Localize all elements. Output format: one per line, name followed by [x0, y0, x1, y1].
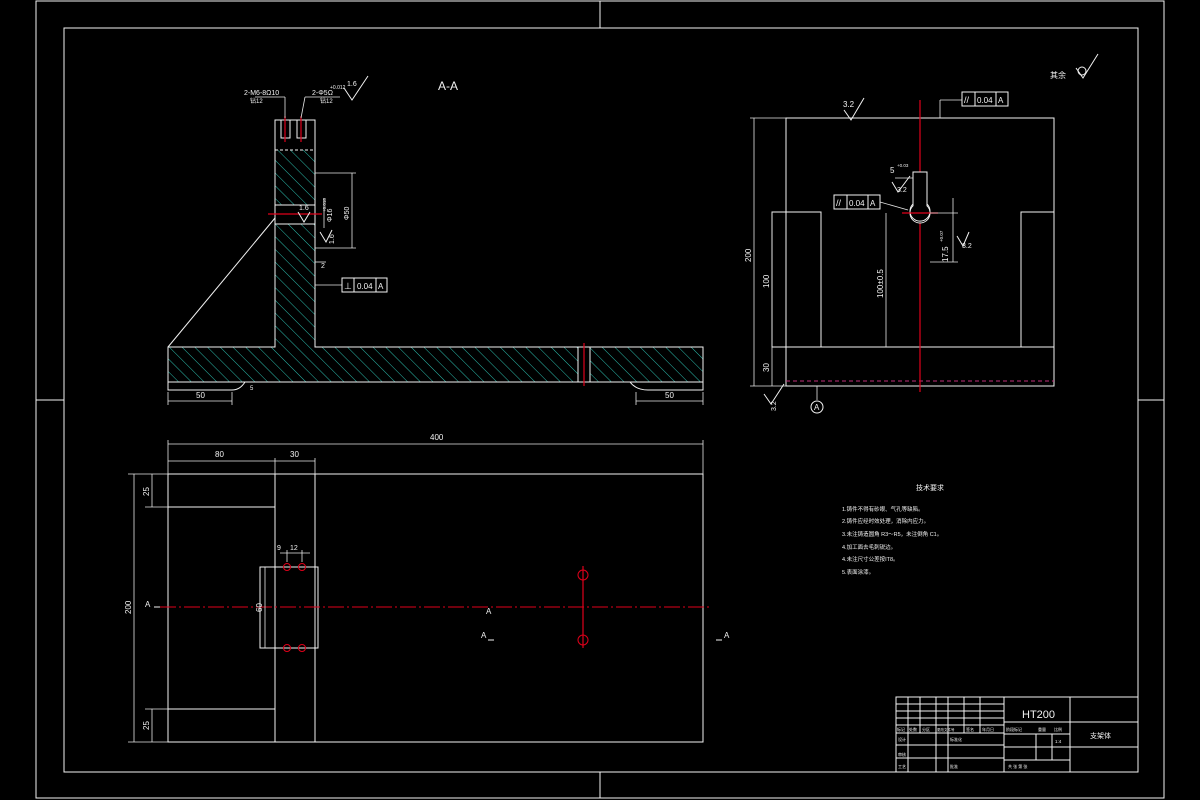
dim-9: 9 [277, 545, 281, 552]
rough-slot: 3.2 [897, 187, 907, 194]
checker-label: 审核 [898, 751, 906, 757]
scale-value: 1:4 [1055, 739, 1062, 744]
overall-roughness-label: 其余 [1050, 70, 1066, 80]
base-thickness: 30 [762, 363, 771, 372]
bore-dim: Φ16 [327, 209, 334, 222]
title-part-name: 支架体 [1090, 731, 1111, 740]
dim-80: 80 [215, 450, 224, 459]
hole-height: 17.5 [941, 246, 950, 262]
dim-12: 12 [290, 545, 298, 552]
section-mark-right: A [724, 631, 730, 640]
svg-text:A: A [998, 96, 1004, 105]
slot-dim: 5 [890, 166, 895, 175]
center-height: 100±0.5 [876, 269, 885, 298]
inner-height: 100 [762, 274, 771, 288]
side-rough-top: 3.2 [843, 100, 855, 109]
title-block: HT200 支架体 标记 处数 分区 更改文件号 签名 年月日 设计 标准化 审… [895, 696, 1139, 773]
rough-hole: 3.2 [962, 243, 972, 250]
svg-text:A: A [378, 282, 384, 291]
section-mark-mid: A [486, 607, 492, 616]
row-label: 签名 [966, 726, 974, 732]
gap-dim: 2 [321, 263, 325, 270]
section-title: A-A [438, 79, 458, 93]
callout-hole-tol: +0.012 [330, 85, 346, 91]
sheet-frame [35, 0, 1165, 799]
side-hole-parallel-frame: // 0.04 A [833, 194, 909, 211]
standardization-label: 标准化 [950, 736, 962, 742]
row-label: 更改文件号 [937, 727, 955, 732]
svg-text:⊥: ⊥ [344, 281, 352, 291]
tech-item: 5.表面涂漆。 [842, 568, 874, 576]
stage-label: 阶段标记 [1006, 726, 1022, 732]
callout-hole: 2-Φ5Ω [312, 90, 333, 97]
sheet-label: 共 张 第 张 [1008, 763, 1027, 769]
overall-length: 400 [430, 433, 444, 442]
row-label: 处数 [909, 726, 917, 732]
tech-title: 技术要求 [916, 483, 944, 492]
callout-hole-sub: 钻12 [320, 97, 333, 105]
overall-width: 200 [124, 600, 133, 614]
perp-tolerance-frame: ⊥ 0.04 A [341, 277, 388, 293]
svg-text://: // [964, 95, 970, 105]
title-material: HT200 [1022, 709, 1055, 721]
tech-item: 2.铸件应经时效处理，消除内应力。 [842, 517, 929, 525]
designer-label: 设计 [898, 736, 906, 742]
rough-bore2: 1.6 [329, 234, 336, 244]
section-mark-left: A [145, 600, 151, 609]
top-margin: 25 [142, 487, 151, 496]
height-dim: Φ50 [344, 207, 351, 220]
svg-text:1.6: 1.6 [347, 81, 357, 88]
dim-30: 30 [290, 450, 299, 459]
rough-bore: 1.6 [299, 205, 309, 212]
callout-thread-sub: 钻12 [250, 97, 263, 105]
row-label: 年月日 [982, 726, 994, 732]
overall-roughness: 其余 [1050, 53, 1099, 80]
datum-label: A [814, 403, 820, 412]
side-view: 3.2 // 0.04 A 5 +0.03 3.2 // 0.04 A 17.5… [744, 91, 1055, 414]
scale-label: 比例 [1054, 726, 1062, 732]
svg-text:0.04: 0.04 [977, 96, 993, 105]
row-label: 标记 [897, 726, 905, 732]
cad-drawing-sheet: A-A 其余 2-M6-8Ω10 钻12 2-Φ5Ω +0.012 钻12 1.… [35, 0, 1165, 799]
tech-item: 3.未注铸造圆角 R3～R5，未注倒角 C1。 [842, 530, 942, 538]
slot-tol: +0.03 [897, 163, 909, 168]
side-parallel-frame: // 0.04 A [961, 91, 1009, 107]
bore-tol: +0.018 [322, 198, 327, 212]
rough-top: 1.6 [343, 75, 369, 101]
tech-item: 4.未注尺寸公差按IT8。 [842, 555, 899, 563]
section-mark-mid2: A [481, 631, 487, 640]
weight-label: 重量 [1038, 726, 1046, 732]
svg-text://: // [836, 198, 842, 208]
base-right-dim: 50 [665, 391, 674, 400]
rough-bottom: 3.2 [771, 401, 778, 411]
tech-requirements: 技术要求 1.铸件不得有砂眼、气孔等缺陷。 2.铸件应经时效处理，消除内应力。 … [842, 483, 944, 576]
small-dim: 5 [250, 386, 254, 392]
approve-label: 批准 [950, 763, 958, 769]
tech-item: 1.铸件不得有砂眼、气孔等缺陷。 [842, 505, 924, 513]
process-label: 工艺 [898, 764, 906, 769]
base-left-dim: 50 [196, 391, 205, 400]
hole-spacing: 60 [255, 603, 264, 612]
svg-text:0.04: 0.04 [357, 282, 373, 291]
svg-text:0.04: 0.04 [849, 199, 865, 208]
overall-height: 200 [744, 248, 753, 262]
sectional-view: 2-M6-8Ω10 钻12 2-Φ5Ω +0.012 钻12 1.6 1.6 Φ… [167, 75, 704, 405]
hole-height-tol: +0.07 [939, 230, 944, 242]
callout-thread: 2-M6-8Ω10 [244, 90, 279, 97]
bottom-margin: 25 [142, 721, 151, 730]
plan-view: 400 80 30 200 25 25 60 9 12 A A A A [124, 433, 730, 743]
tech-item: 4.加工面去毛刺锐边。 [842, 543, 896, 551]
svg-text:A: A [870, 199, 876, 208]
row-label: 分区 [922, 726, 930, 732]
